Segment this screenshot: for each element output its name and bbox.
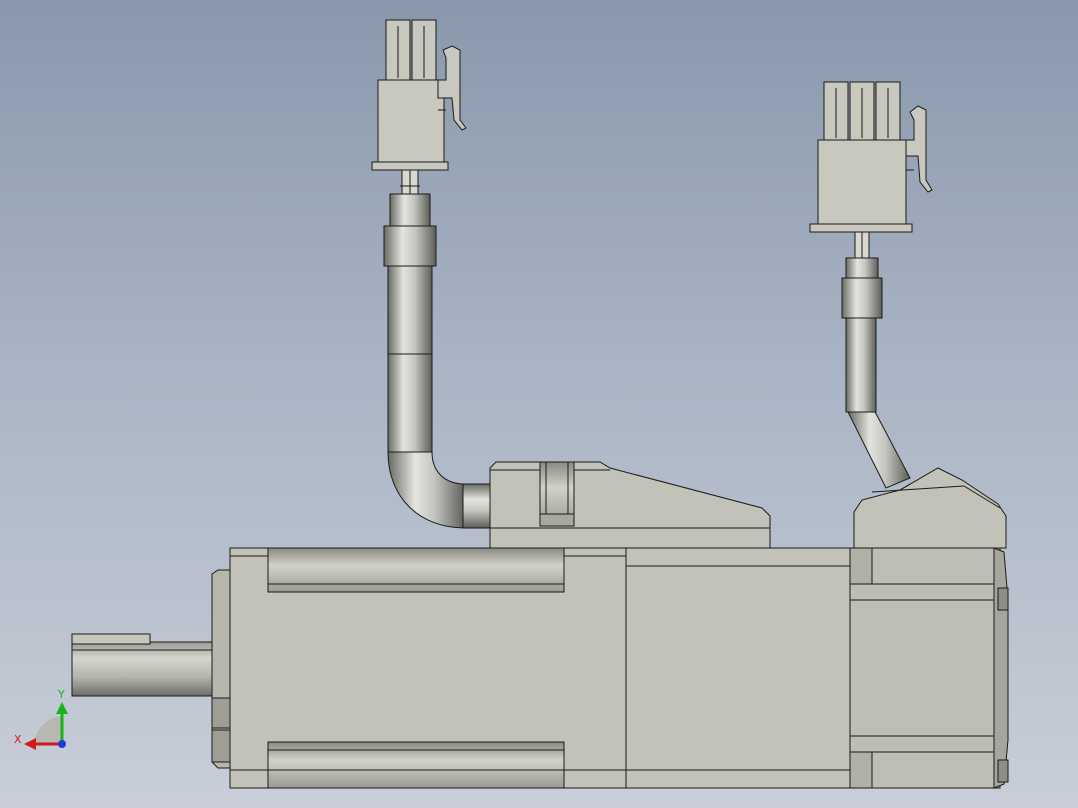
z-axis-dot-icon: [58, 740, 66, 748]
triad-quadrant-icon: [34, 716, 62, 744]
cad-viewport[interactable]: X Y: [0, 0, 1078, 808]
axis-x-label: X: [14, 733, 22, 746]
coordinate-triad: [24, 702, 68, 750]
axis-y-label: Y: [58, 688, 65, 701]
